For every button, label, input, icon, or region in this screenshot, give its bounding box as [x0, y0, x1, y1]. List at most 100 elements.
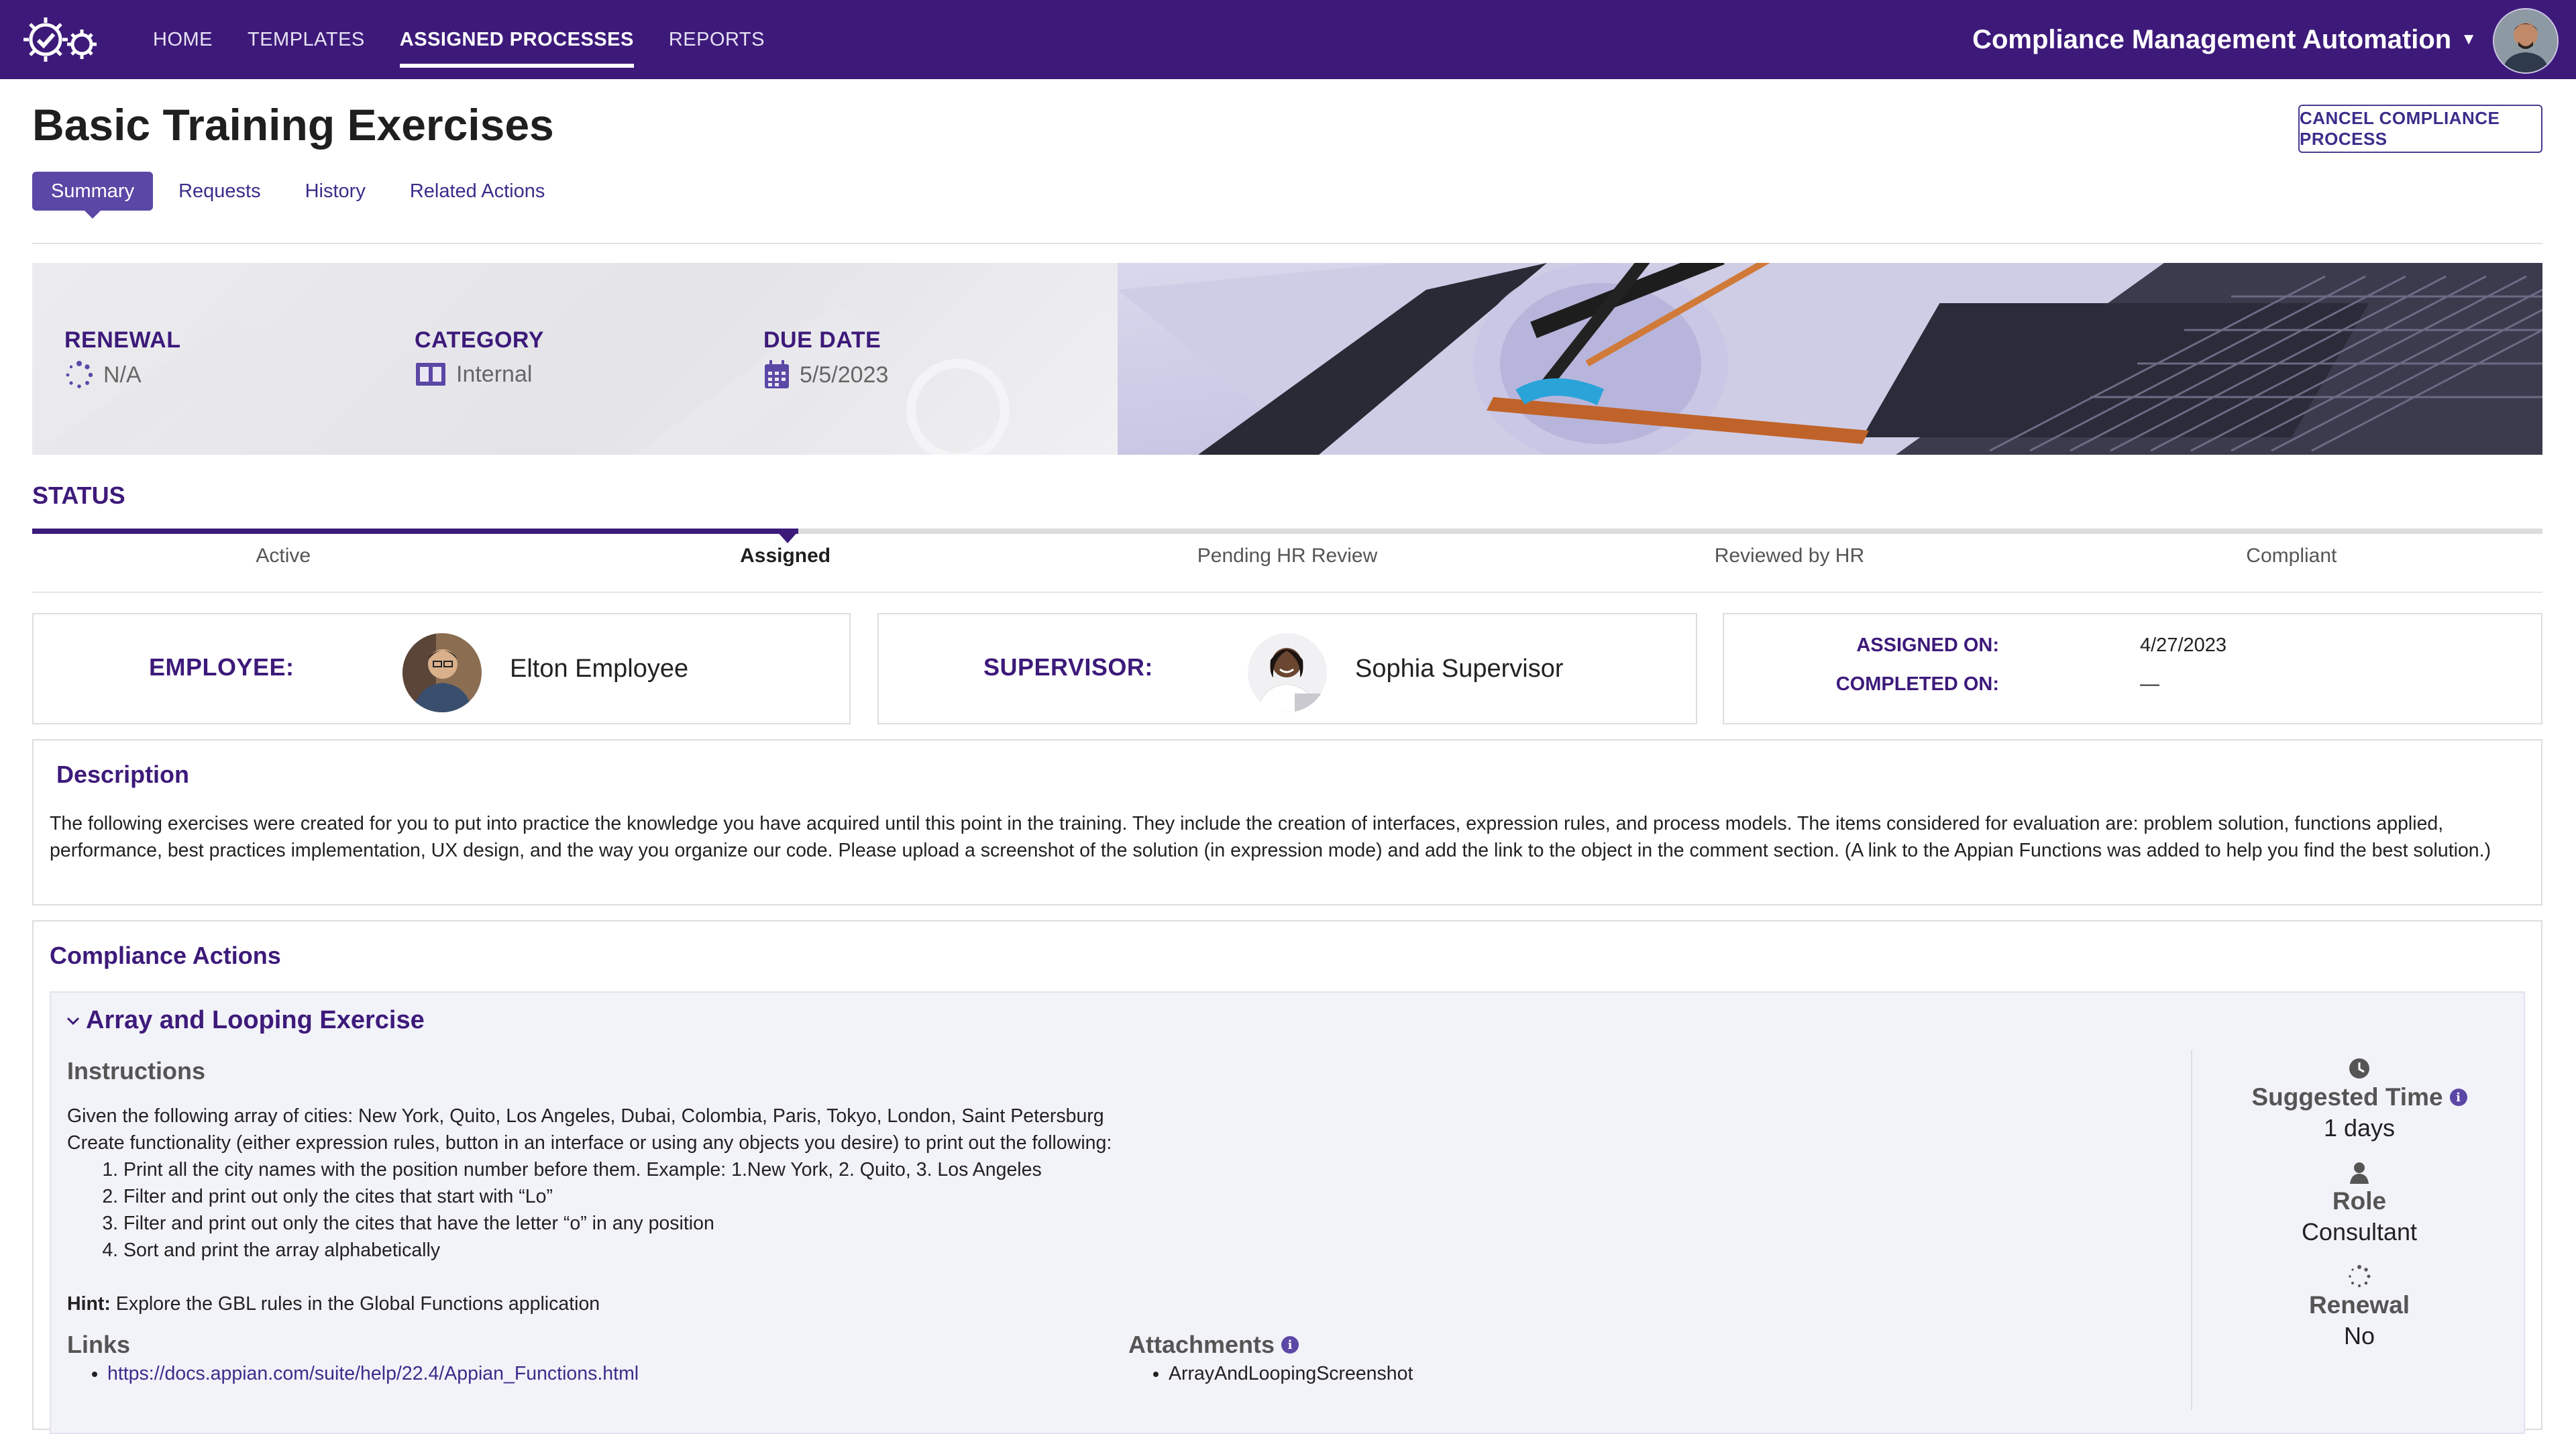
due-date-field: DUE DATE 5/5/2023 [763, 327, 888, 390]
info-icon[interactable]: i [1281, 1336, 1299, 1354]
renewal-label: RENEWAL [64, 327, 181, 353]
app-title: Compliance Management Automation [1972, 24, 2452, 54]
stage-compliant: Compliant [2246, 545, 2337, 567]
hint-text: Explore the GBL rules in the Global Func… [110, 1293, 600, 1315]
app-switcher[interactable]: Compliance Management Automation ▼ [1972, 0, 2477, 79]
instructions-intro: Create functionality (either expression … [67, 1132, 1112, 1154]
summary-meta-panel: RENEWAL N/A CATEGORY Internal DUE DATE 5… [32, 263, 1118, 455]
nav-home[interactable]: HOME [153, 0, 213, 79]
attachment-item[interactable]: ArrayAndLoopingScreenshot [1169, 1363, 1413, 1385]
links-title: Links [67, 1331, 131, 1358]
renewal-detail-value: No [2343, 1322, 2375, 1349]
compliance-actions-section: Compliance Actions Array and Looping Exe… [32, 920, 2542, 1434]
calendar-icon [765, 360, 789, 388]
hint: Hint: Explore the GBL rules in the Globa… [67, 1290, 2214, 1317]
main-nav: HOME TEMPLATES ASSIGNED PROCESSES REPORT… [153, 0, 765, 79]
list-item: https://docs.appian.com/suite/help/22.4/… [107, 1363, 639, 1385]
renewal-detail-field: Renewal No [2194, 1265, 2525, 1350]
assigned-on-value: 4/27/2023 [2140, 635, 2227, 656]
supervisor-avatar [1248, 633, 1327, 712]
completed-on-value: — [2140, 673, 2159, 695]
role-field: Role Consultant [2194, 1161, 2525, 1246]
attachments-title: Attachments [1128, 1331, 1275, 1358]
spinner-icon [2349, 1265, 2371, 1288]
suggested-time-field: Suggested Time i 1 days [2194, 1057, 2525, 1142]
renewal-value: N/A [103, 362, 142, 388]
employee-avatar [402, 633, 482, 712]
supervisor-label: SUPERVISOR: [983, 653, 1153, 681]
instruction-step: Filter and print out only the cites that… [123, 1210, 2214, 1237]
suggested-time-value: 1 days [2323, 1114, 2396, 1142]
exercise-panel: Array and Looping Exercise Instructions … [50, 991, 2525, 1434]
status-pointer [777, 531, 798, 543]
exercise-details: Suggested Time i 1 days Role Consultant [2194, 1057, 2525, 1369]
description-text: The following exercises were created for… [50, 813, 2491, 861]
cancel-compliance-process-button[interactable]: CANCEL COMPLIANCE PROCESS [2298, 105, 2542, 153]
status-heading: STATUS [32, 482, 125, 509]
role-label: Role [2332, 1187, 2387, 1215]
instruction-step: Sort and print the array alphabetically [123, 1237, 2214, 1264]
divider [2191, 1050, 2192, 1410]
compliance-actions-title: Compliance Actions [50, 942, 281, 969]
divider [32, 592, 2542, 593]
nav-reports[interactable]: REPORTS [669, 0, 765, 79]
instruction-step: Filter and print out only the cites that… [123, 1183, 2214, 1210]
employee-card: EMPLOYEE: Elton Employee [32, 613, 851, 724]
attachments-header: Attachments i [1128, 1331, 1299, 1359]
supervisor-card: SUPERVISOR: Sophia Supervisor [877, 613, 1697, 724]
instruction-step: Print all the city names with the positi… [123, 1156, 2214, 1183]
chevron-down-icon [66, 1017, 80, 1025]
book-icon [416, 363, 445, 386]
tab-summary[interactable]: Summary [32, 172, 154, 219]
renewal-detail-label: Renewal [2308, 1291, 2410, 1319]
user-icon [2350, 1162, 2369, 1184]
renewal-field: RENEWAL N/A [64, 327, 181, 390]
spinner-icon [66, 361, 93, 388]
user-avatar[interactable] [2493, 8, 2559, 74]
banner-image [1118, 263, 2542, 455]
stage-active: Active [256, 545, 311, 567]
banner-background-graphic [32, 303, 1010, 455]
tab-requests[interactable]: Requests [160, 172, 280, 211]
supervisor-name: Sophia Supervisor [1355, 655, 1564, 683]
instructions-body: Given the following array of cities: New… [67, 1103, 2214, 1317]
gear-check-icon[interactable] [17, 12, 101, 67]
assigned-on-label: ASSIGNED ON: [1856, 635, 1999, 656]
completed-on-label: COMPLETED ON: [1835, 673, 1999, 695]
tab-bar: Summary Requests History Related Actions [32, 172, 564, 219]
status-stages: Active Assigned Pending HR Review Review… [32, 545, 2542, 567]
top-navigation-bar: HOME TEMPLATES ASSIGNED PROCESSES REPORT… [0, 0, 2576, 79]
stage-pending-hr-review: Pending HR Review [1197, 545, 1378, 567]
tab-history[interactable]: History [286, 172, 384, 211]
nav-templates[interactable]: TEMPLATES [248, 0, 365, 79]
employee-name: Elton Employee [510, 655, 689, 683]
summary-banner: RENEWAL N/A CATEGORY Internal DUE DATE 5… [32, 263, 2542, 455]
divider [32, 243, 2542, 244]
status-progress-fill [32, 529, 798, 534]
process-dates-card: ASSIGNED ON: 4/27/2023 COMPLETED ON: — [1723, 613, 2542, 724]
caret-down-icon: ▼ [2461, 30, 2477, 48]
due-date-value: 5/5/2023 [800, 362, 889, 388]
category-field: CATEGORY Internal [415, 327, 544, 388]
description-section: Description The following exercises were… [32, 739, 2542, 905]
links-list: https://docs.appian.com/suite/help/22.4/… [67, 1363, 639, 1385]
page-title: Basic Training Exercises [32, 100, 554, 150]
exercise-toggle[interactable]: Array and Looping Exercise [66, 1006, 425, 1035]
attachments-list: ArrayAndLoopingScreenshot [1128, 1363, 1413, 1385]
nav-assigned-processes[interactable]: ASSIGNED PROCESSES [399, 11, 634, 68]
info-icon[interactable]: i [2449, 1089, 2467, 1106]
role-value: Consultant [2301, 1218, 2418, 1246]
stage-reviewed-by-hr: Reviewed by HR [1714, 545, 1865, 567]
hint-label: Hint: [67, 1293, 111, 1315]
instructions-intro: Given the following array of cities: New… [67, 1105, 1104, 1127]
tab-related-actions[interactable]: Related Actions [391, 172, 564, 211]
description-title: Description [56, 761, 190, 788]
exercise-title: Array and Looping Exercise [86, 1006, 425, 1034]
category-value: Internal [456, 361, 533, 387]
category-label: CATEGORY [415, 327, 544, 353]
due-date-label: DUE DATE [763, 327, 881, 353]
instructions-title: Instructions [67, 1057, 206, 1085]
appian-functions-link[interactable]: https://docs.appian.com/suite/help/22.4/… [107, 1363, 639, 1384]
clock-icon [2349, 1058, 2369, 1079]
suggested-time-label: Suggested Time [2251, 1083, 2443, 1111]
